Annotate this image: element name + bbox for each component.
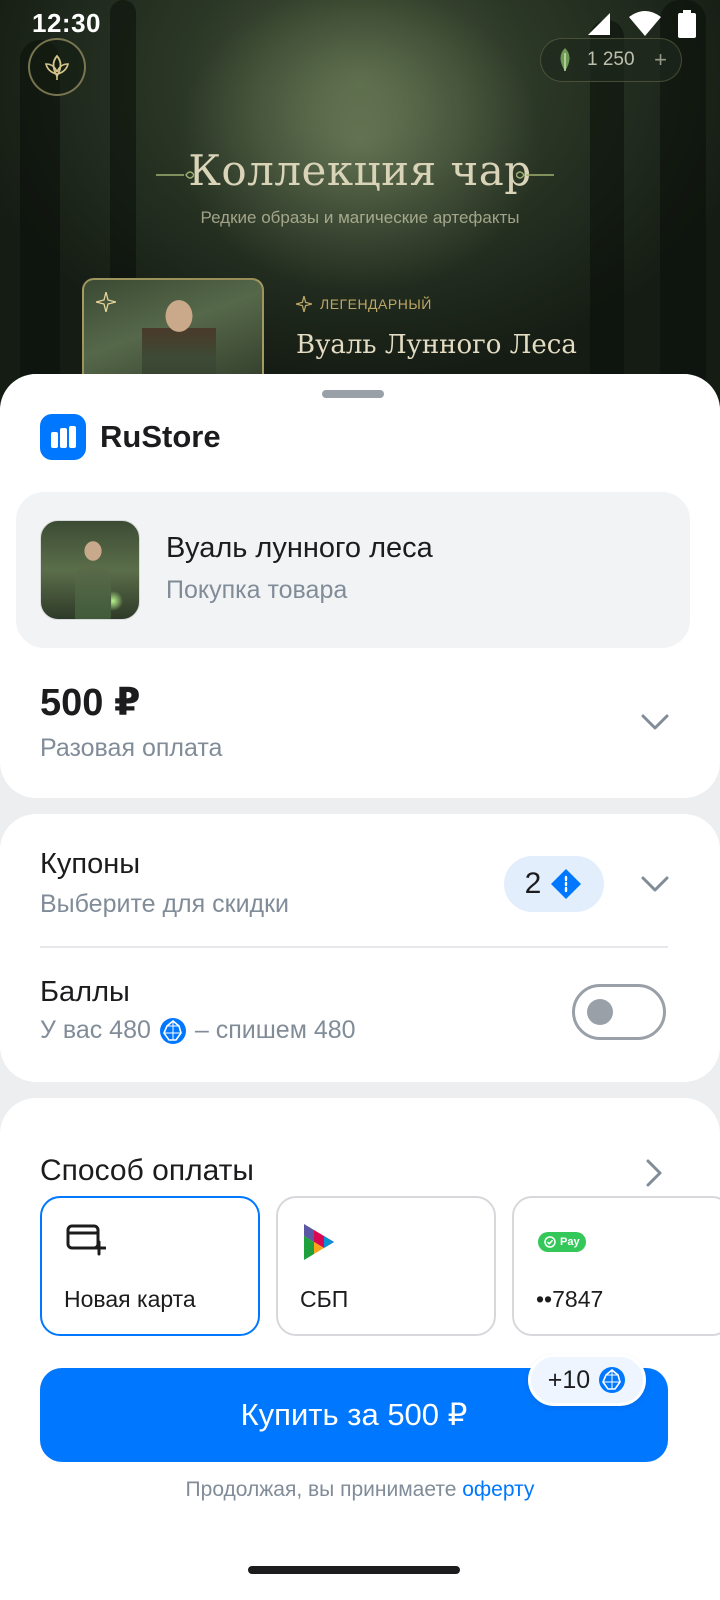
coupons-count-badge[interactable]: 2 bbox=[504, 856, 604, 912]
points-balance: У вас 480 – спишем 480 bbox=[40, 1016, 356, 1045]
legal-text: Продолжая, вы принимаете bbox=[185, 1478, 463, 1501]
payment-sheet: RuStore Вуаль лунного леса Покупка товар… bbox=[0, 374, 720, 1600]
coupons-chevron-down-icon[interactable] bbox=[640, 874, 670, 894]
add-card-icon bbox=[66, 1224, 106, 1256]
game-background: 12:30 1 250 + Коллекция чар Редкие образ… bbox=[0, 0, 720, 420]
wifi-icon bbox=[629, 11, 661, 36]
bonus-points: +10 bbox=[547, 1365, 591, 1394]
legal-notice: Продолжая, вы принимаете оферту bbox=[0, 1478, 720, 1502]
points-coin-icon bbox=[159, 1017, 186, 1044]
payment-method-title: Способ оплаты bbox=[40, 1154, 254, 1187]
payment-method-new-card[interactable]: Новая карта bbox=[40, 1196, 260, 1336]
payment-method-label: Новая карта bbox=[64, 1286, 196, 1312]
leaf-icon bbox=[44, 54, 70, 80]
points-suffix: – спишем 480 bbox=[194, 1016, 356, 1044]
product-thumbnail bbox=[40, 520, 140, 620]
pay-badge-icon: Pay bbox=[538, 1232, 586, 1252]
payment-methods-card: Способ оплаты Новая карта СБП Pay ••7847 bbox=[0, 1098, 720, 1600]
price-details-chevron-down-icon[interactable] bbox=[640, 712, 670, 732]
product-title: Вуаль лунного леса bbox=[166, 532, 433, 564]
sparkle-icon bbox=[296, 296, 312, 312]
brand-name: RuStore bbox=[100, 419, 221, 454]
points-coin-icon bbox=[599, 1367, 626, 1393]
product-subtitle: Покупка товара bbox=[166, 576, 348, 604]
price-type: Разовая оплата bbox=[40, 734, 223, 762]
game-subtitle: Редкие образы и магические артефакты bbox=[200, 208, 520, 227]
coupon-ticket-icon bbox=[551, 869, 582, 899]
payment-method-label: СБП bbox=[300, 1286, 349, 1312]
discounts-card: Купоны Выберите для скидки 2 Баллы У вас… bbox=[0, 814, 720, 1082]
points-title: Баллы bbox=[40, 976, 130, 1008]
rarity-text: ЛЕГЕНДАРНЫЙ bbox=[320, 296, 432, 312]
rustore-logo-icon bbox=[40, 414, 86, 460]
brand-header: RuStore bbox=[40, 414, 221, 460]
status-time: 12:30 bbox=[32, 8, 101, 38]
payment-method-sbp[interactable]: СБП bbox=[276, 1196, 496, 1336]
payment-method-saved-card[interactable]: Pay ••7847 bbox=[512, 1196, 720, 1336]
sbp-logo-icon bbox=[304, 1224, 334, 1260]
item-name: Вуаль Лунного Леса bbox=[296, 330, 577, 360]
add-currency-button[interactable]: + bbox=[654, 47, 667, 73]
product-summary-card: RuStore Вуаль лунного леса Покупка товар… bbox=[0, 374, 720, 798]
title-ornament-right-icon bbox=[516, 171, 554, 179]
sparkle-icon bbox=[96, 292, 116, 312]
divider bbox=[40, 946, 668, 948]
leaf-currency-icon bbox=[560, 48, 570, 71]
points-toggle[interactable] bbox=[572, 984, 666, 1040]
points-prefix: У вас 480 bbox=[40, 1016, 151, 1044]
drag-handle[interactable] bbox=[322, 390, 384, 398]
leaf-menu-button[interactable] bbox=[28, 38, 86, 96]
battery-icon bbox=[678, 10, 696, 38]
coupons-subtitle: Выберите для скидки bbox=[40, 890, 290, 918]
signal-icon bbox=[588, 13, 610, 35]
product-card: Вуаль лунного леса Покупка товара bbox=[16, 492, 690, 648]
currency-pill[interactable]: 1 250 + bbox=[540, 38, 682, 82]
currency-amount: 1 250 bbox=[587, 49, 635, 70]
coupons-count: 2 bbox=[524, 867, 542, 900]
coupons-title: Купоны bbox=[40, 848, 141, 880]
game-title: Коллекция чар bbox=[188, 146, 532, 195]
rarity-label: ЛЕГЕНДАРНЫЙ bbox=[296, 296, 432, 312]
bonus-points-badge: +10 bbox=[528, 1354, 646, 1406]
offer-link[interactable]: оферту bbox=[462, 1478, 534, 1501]
toggle-knob bbox=[587, 999, 613, 1025]
payment-method-label: ••7847 bbox=[536, 1286, 604, 1312]
price-amount: 500 ₽ bbox=[40, 682, 141, 724]
tree-silhouette bbox=[20, 40, 60, 420]
chevron-right-icon[interactable] bbox=[644, 1158, 664, 1188]
home-indicator[interactable] bbox=[248, 1566, 460, 1574]
